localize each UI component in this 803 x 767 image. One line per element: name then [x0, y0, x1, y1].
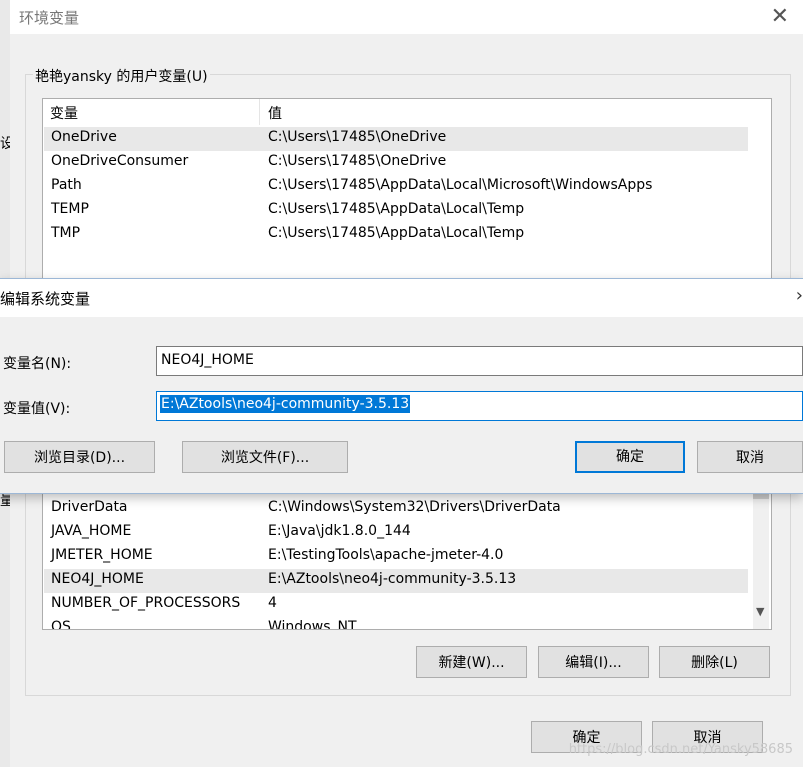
table-row[interactable]: NEO4J_HOME E:\AZtools\neo4j-community-3.…	[44, 569, 748, 593]
browse-file-button[interactable]: 浏览文件(F)...	[182, 441, 348, 473]
dialog-title: 编辑系统变量	[0, 290, 91, 308]
browse-directory-button[interactable]: 浏览目录(D)...	[4, 441, 155, 473]
dialog-titlebar: 编辑系统变量 ›	[0, 279, 803, 317]
variable-name-label: 变量名(N):	[3, 356, 72, 372]
table-row[interactable]: OneDriveConsumer C:\Users\17485\OneDrive	[44, 151, 748, 175]
row-value: C:\Users\17485\OneDrive	[268, 129, 447, 145]
close-icon[interactable]: ✕	[771, 4, 789, 29]
row-name: TMP	[51, 225, 81, 241]
row-name: JMETER_HOME	[51, 547, 153, 563]
table-row[interactable]: TMP C:\Users\17485\AppData\Local\Temp	[44, 223, 748, 247]
row-value: C:\Users\17485\AppData\Local\Microsoft\W…	[268, 177, 653, 193]
variable-value-label: 变量值(V):	[3, 401, 71, 417]
row-name: OneDriveConsumer	[51, 153, 189, 169]
row-value: E:\TestingTools\apache-jmeter-4.0	[268, 547, 504, 563]
chevron-down-icon[interactable]: ▼	[756, 605, 764, 618]
row-value: 4	[268, 595, 277, 611]
row-name: NEO4J_HOME	[51, 571, 144, 587]
dialog-ok-button[interactable]: 确定	[575, 441, 685, 473]
table-row[interactable]: OneDrive C:\Users\17485\OneDrive	[44, 127, 748, 151]
row-value: C:\Users\17485\OneDrive	[268, 153, 447, 169]
table-row[interactable]: NUMBER_OF_PROCESSORS 4	[44, 593, 748, 617]
row-value: E:\Java\jdk1.8.0_144	[268, 523, 411, 539]
row-value: C:\Users\17485\AppData\Local\Temp	[268, 201, 525, 217]
vertical-scrollbar[interactable]: ▼	[753, 485, 769, 629]
table-row[interactable]: JAVA_HOME E:\Java\jdk1.8.0_144	[44, 521, 748, 545]
column-header-variable[interactable]: 变量	[50, 103, 78, 123]
row-value: E:\AZtools\neo4j-community-3.5.13	[268, 571, 517, 587]
dialog-cancel-button[interactable]: 取消	[697, 441, 803, 473]
window-title: 环境变量	[19, 9, 80, 27]
row-value: C:\Users\17485\AppData\Local\Temp	[268, 225, 525, 241]
user-variables-label: 艳艳yansky 的用户变量(U)	[33, 66, 210, 86]
row-name: OneDrive	[51, 129, 117, 145]
row-name: Path	[51, 177, 82, 193]
new-button[interactable]: 新建(W)...	[416, 646, 527, 678]
delete-button[interactable]: 删除(L)	[659, 646, 770, 678]
user-variables-list[interactable]: 变量 值 OneDrive C:\Users\17485\OneDrive On…	[42, 98, 772, 280]
system-variables-list[interactable]: DriverData C:\Windows\System32\Drivers\D…	[42, 484, 772, 630]
sliver-text-top: 设	[0, 136, 10, 152]
row-name: TEMP	[51, 201, 89, 217]
row-value: Windows_NT	[268, 619, 357, 630]
variable-value-text: E:\AZtools\neo4j-community-3.5.13	[160, 395, 411, 413]
table-row[interactable]: Path C:\Users\17485\AppData\Local\Micros…	[44, 175, 748, 199]
row-name: DriverData	[51, 499, 128, 515]
edit-button[interactable]: 编辑(I)...	[538, 646, 649, 678]
row-name: NUMBER_OF_PROCESSORS	[51, 595, 241, 611]
column-divider[interactable]	[259, 99, 260, 125]
table-row[interactable]: TEMP C:\Users\17485\AppData\Local\Temp	[44, 199, 748, 223]
edit-system-variable-dialog: 编辑系统变量 › 变量名(N): NEO4J_HOME 变量值(V): E:\A…	[0, 278, 803, 494]
row-value: C:\Windows\System32\Drivers\DriverData	[268, 499, 561, 515]
table-row[interactable]: OS Windows_NT	[44, 617, 748, 630]
table-row[interactable]: DriverData C:\Windows\System32\Drivers\D…	[44, 497, 748, 521]
watermark-text: https://blog.csdn.net/Yansky58685	[568, 742, 793, 757]
chevron-right-icon[interactable]: ›	[796, 285, 803, 306]
column-header-value[interactable]: 值	[268, 103, 282, 123]
variable-value-input[interactable]: E:\AZtools\neo4j-community-3.5.13	[156, 391, 803, 421]
list-header: 变量 值	[43, 99, 771, 125]
window-titlebar: 环境变量 ✕	[10, 0, 803, 34]
table-row[interactable]: JMETER_HOME E:\TestingTools\apache-jmete…	[44, 545, 748, 569]
variable-name-value: NEO4J_HOME	[161, 352, 254, 368]
row-name: OS	[51, 619, 71, 630]
row-name: JAVA_HOME	[51, 523, 132, 539]
variable-name-input[interactable]: NEO4J_HOME	[156, 346, 803, 376]
